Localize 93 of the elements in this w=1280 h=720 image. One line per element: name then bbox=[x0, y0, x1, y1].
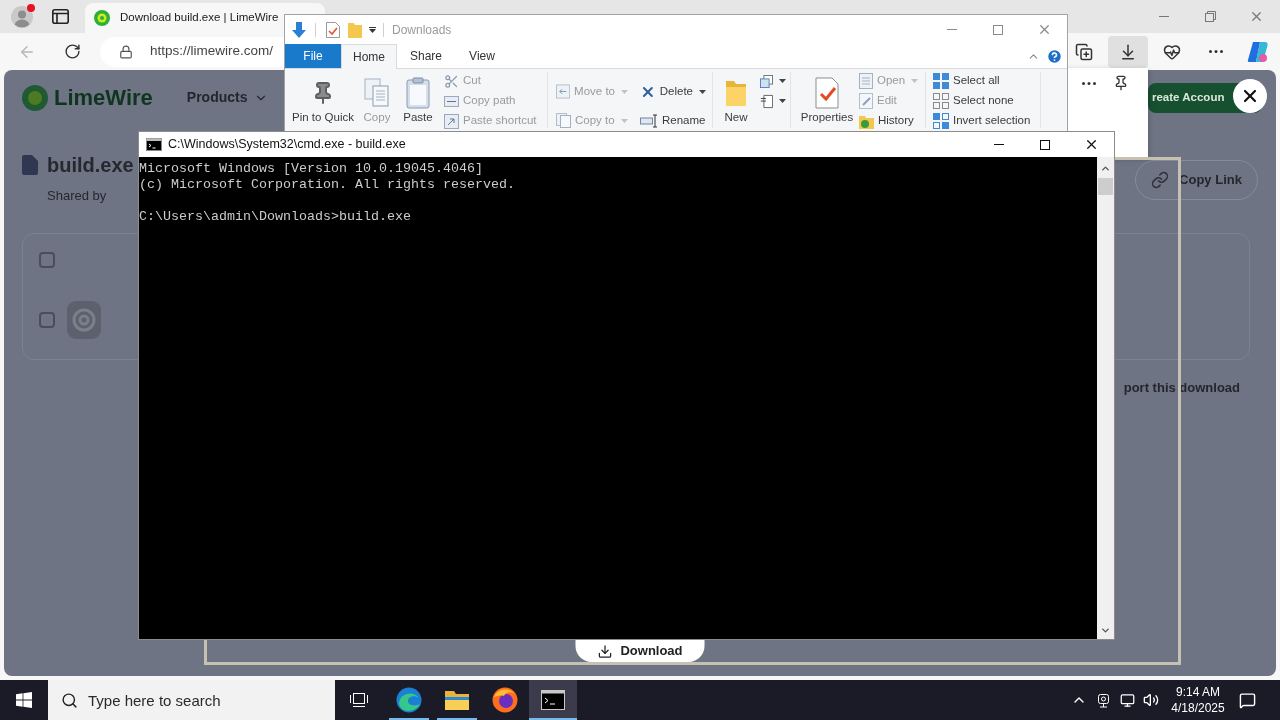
invert-selection-button[interactable]: Invert selection bbox=[933, 111, 1038, 131]
new-folder-button[interactable]: New bbox=[716, 69, 756, 131]
taskbar-app-button[interactable] bbox=[529, 680, 577, 720]
folder-icon bbox=[725, 79, 747, 107]
folder-icon bbox=[444, 689, 470, 711]
ribbon-tab[interactable]: View bbox=[455, 44, 509, 68]
maximize-icon bbox=[993, 24, 1003, 35]
terminal-icon bbox=[541, 690, 565, 710]
windows-logo-icon bbox=[16, 692, 32, 708]
terminal-icon bbox=[146, 138, 162, 151]
app-icon bbox=[67, 300, 101, 339]
select-none-button[interactable]: Select none bbox=[933, 91, 1038, 111]
chevron-down-icon bbox=[1100, 625, 1111, 636]
lime-logo-icon bbox=[22, 84, 48, 111]
rename-button[interactable]: Rename bbox=[640, 106, 706, 131]
lime-favicon-icon bbox=[94, 10, 110, 26]
logo-text: LimeWire bbox=[54, 84, 153, 112]
console-line: C:\Users\admin\Downloads>build.exe bbox=[139, 209, 411, 225]
chevron-up-icon bbox=[1100, 163, 1111, 174]
minimize-icon bbox=[994, 144, 1004, 145]
copilot-logo-icon bbox=[1247, 40, 1269, 63]
scissors-icon bbox=[444, 73, 459, 89]
select-all-checkbox[interactable] bbox=[39, 251, 55, 268]
clipboard-icon bbox=[406, 77, 430, 109]
swirl-browser-icon bbox=[396, 687, 422, 713]
folder-icon bbox=[348, 21, 362, 38]
maximize-icon bbox=[1040, 139, 1050, 150]
network-monitor-icon bbox=[1119, 692, 1135, 708]
document-lines-icon bbox=[760, 93, 773, 109]
delete-button[interactable]: Delete bbox=[640, 77, 706, 106]
window-panel-icon bbox=[51, 9, 69, 24]
pin-icon bbox=[1113, 75, 1129, 91]
fox-globe-icon bbox=[492, 687, 518, 713]
help-icon bbox=[1046, 47, 1063, 65]
caret-icon bbox=[368, 28, 376, 33]
pencil-document-icon bbox=[859, 93, 873, 109]
shortcut-icon bbox=[444, 113, 459, 129]
window-title: Downloads bbox=[392, 21, 452, 39]
file-icon bbox=[22, 155, 38, 175]
checked-document-icon bbox=[814, 77, 840, 109]
minimize-icon bbox=[947, 29, 957, 30]
down-arrow-icon bbox=[291, 21, 307, 38]
lock-icon bbox=[119, 44, 133, 59]
pin-quick-access-button[interactable]: Pin to Quick bbox=[290, 69, 356, 131]
download-icon bbox=[1119, 42, 1137, 61]
restore-icon bbox=[1204, 11, 1216, 22]
documents-icon bbox=[364, 78, 390, 108]
search-icon bbox=[61, 691, 78, 709]
task-view-icon bbox=[349, 691, 369, 709]
rename-field-icon bbox=[640, 113, 658, 128]
properties-check-icon bbox=[326, 21, 340, 38]
row-checkbox[interactable] bbox=[39, 311, 55, 328]
console-line: (c) Microsoft Corporation. All rights reserved. bbox=[139, 177, 515, 193]
filled-grid-icon bbox=[933, 73, 949, 89]
scroll-thumb[interactable] bbox=[1098, 178, 1113, 195]
empty-grid-icon bbox=[933, 93, 949, 109]
half-grid-icon bbox=[933, 113, 949, 129]
minimize-icon bbox=[1159, 16, 1169, 17]
path-bar-icon bbox=[444, 95, 459, 107]
file-menu[interactable]: File bbox=[285, 44, 341, 68]
more-icon bbox=[1082, 81, 1096, 85]
properties-button[interactable]: Properties bbox=[798, 69, 856, 131]
close-dialog-button[interactable] bbox=[1233, 79, 1267, 113]
select-all-button[interactable]: Select all bbox=[933, 71, 1038, 91]
clock-folder-icon bbox=[859, 113, 874, 129]
speaker-icon bbox=[1143, 692, 1159, 708]
refresh-icon bbox=[63, 43, 81, 60]
document-icon bbox=[859, 73, 873, 89]
window-title: C:\Windows\System32\cmd.exe - build.exe bbox=[168, 136, 406, 154]
copy-plus-icon bbox=[1075, 42, 1093, 61]
link-icon bbox=[1151, 171, 1170, 189]
search-bar[interactable]: Type here to search bbox=[48, 680, 335, 720]
file-title: build.exe bbox=[47, 153, 134, 178]
more-icon bbox=[1209, 50, 1223, 53]
message-icon bbox=[1238, 691, 1256, 709]
shared-by-text: Shared by bbox=[47, 187, 107, 205]
ribbon-tab[interactable]: Share bbox=[397, 44, 455, 68]
stacked-windows-icon bbox=[760, 73, 773, 89]
browser-tab[interactable]: Download build.exe | LimeWire bbox=[85, 3, 325, 33]
ribbon-tab[interactable]: Home bbox=[341, 44, 397, 69]
clock-button[interactable]: 9:14 AM 4/18/2025 bbox=[1168, 680, 1228, 720]
history-button[interactable]: History bbox=[859, 111, 921, 131]
paste-button[interactable]: Paste bbox=[400, 69, 436, 131]
search-field[interactable]: Type here to search bbox=[88, 688, 318, 712]
documents-icon bbox=[556, 113, 571, 128]
scrollbar[interactable] bbox=[1097, 157, 1114, 639]
downloads-button[interactable] bbox=[1108, 35, 1148, 68]
console-line: Microsoft Windows [Version 10.0.19045.4046] bbox=[139, 161, 483, 177]
download-tray-icon bbox=[597, 643, 613, 659]
avatar-icon bbox=[11, 5, 33, 28]
download-button[interactable]: Download bbox=[575, 640, 705, 662]
heart-pulse-icon bbox=[1163, 42, 1181, 61]
camera-icon bbox=[1095, 692, 1111, 708]
